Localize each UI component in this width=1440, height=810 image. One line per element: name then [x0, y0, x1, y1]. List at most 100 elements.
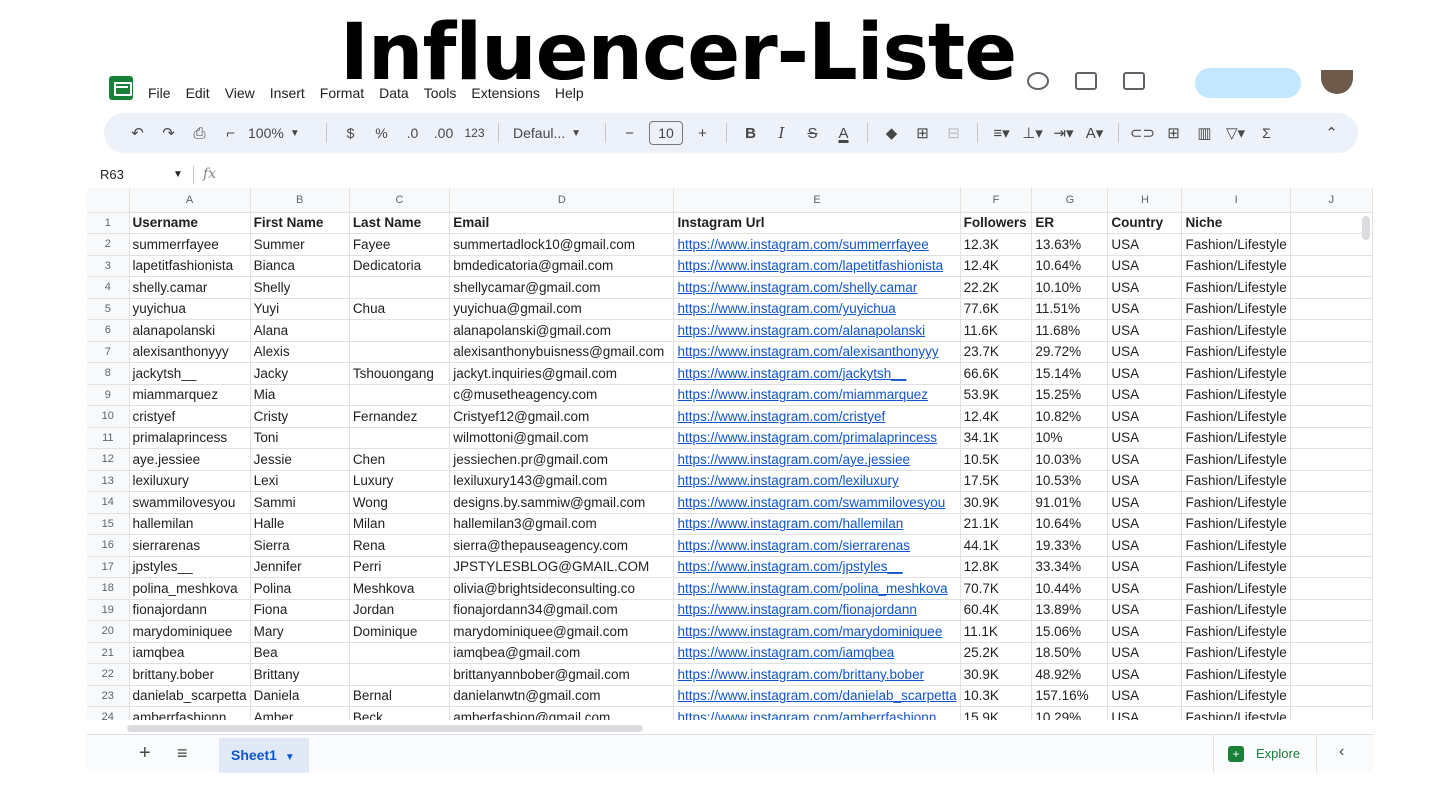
- strikethrough-button[interactable]: S: [797, 119, 828, 147]
- increase-decimal-button[interactable]: .00: [428, 119, 459, 147]
- cell-a2[interactable]: summerrfayee: [129, 233, 251, 256]
- cell-d15[interactable]: hallemilan3@gmail.com: [449, 513, 675, 535]
- cell-g21[interactable]: 18.50%: [1031, 642, 1109, 664]
- column-header-i[interactable]: I: [1181, 188, 1291, 213]
- more-formats-button[interactable]: 123: [459, 119, 490, 147]
- cell-g20[interactable]: 15.06%: [1031, 620, 1109, 643]
- horizontal-align-icon[interactable]: ≡▾: [986, 119, 1017, 147]
- cell-f10[interactable]: 12.4K: [960, 405, 1033, 428]
- increase-font-size-icon[interactable]: +: [687, 119, 718, 147]
- insert-link-icon[interactable]: ⊂⊃: [1127, 119, 1158, 147]
- cell-f9[interactable]: 53.9K: [960, 384, 1033, 406]
- fill-color-icon[interactable]: ◆: [876, 119, 907, 147]
- cell-e2[interactable]: https://www.instagram.com/summerrfayee: [673, 233, 961, 256]
- cell-d13[interactable]: lexiluxury143@gmail.com: [449, 470, 675, 492]
- row-header[interactable]: 19: [87, 599, 130, 621]
- cell-d6[interactable]: alanapolanski@gmail.com: [449, 319, 675, 342]
- cell-f20[interactable]: 11.1K: [960, 620, 1033, 643]
- cell-g2[interactable]: 13.63%: [1031, 233, 1109, 256]
- side-panel-toggle-icon[interactable]: ‹: [1339, 743, 1344, 761]
- cell-i13[interactable]: Fashion/Lifestyle: [1181, 470, 1291, 492]
- cell-h22[interactable]: USA: [1107, 663, 1183, 686]
- row-header[interactable]: 12: [87, 448, 130, 471]
- explore-button[interactable]: + Explore: [1213, 735, 1317, 773]
- insert-chart-icon[interactable]: ▥: [1189, 119, 1220, 147]
- cell-f11[interactable]: 34.1K: [960, 427, 1033, 449]
- cell-h3[interactable]: USA: [1107, 255, 1183, 277]
- borders-icon[interactable]: ⊞: [907, 119, 938, 147]
- cell-e13[interactable]: https://www.instagram.com/lexiluxury: [673, 470, 961, 492]
- cell-j23[interactable]: [1290, 685, 1373, 707]
- cell-c4[interactable]: [349, 276, 451, 299]
- cell-d24[interactable]: amberfashion@gmail.com: [449, 706, 675, 720]
- row-header[interactable]: 13: [87, 470, 130, 492]
- row-header[interactable]: 22: [87, 663, 130, 686]
- cell-a10[interactable]: cristyef: [129, 405, 251, 428]
- cell-g7[interactable]: 29.72%: [1031, 341, 1109, 363]
- cell-h15[interactable]: USA: [1107, 513, 1183, 535]
- column-header-e[interactable]: E: [673, 188, 961, 213]
- cell-e4[interactable]: https://www.instagram.com/shelly.camar: [673, 276, 961, 299]
- column-header-d[interactable]: D: [449, 188, 675, 213]
- cell-e11[interactable]: https://www.instagram.com/primalaprinces…: [673, 427, 961, 449]
- cell-d20[interactable]: marydominiquee@gmail.com: [449, 620, 675, 643]
- cell-b5[interactable]: Yuyi: [250, 298, 350, 320]
- cell-i11[interactable]: Fashion/Lifestyle: [1181, 427, 1291, 449]
- cell-e12[interactable]: https://www.instagram.com/aye.jessiee: [673, 448, 961, 471]
- cell-d8[interactable]: jackyt.inquiries@gmail.com: [449, 362, 675, 385]
- cell-c14[interactable]: Wong: [349, 491, 451, 514]
- cell-d4[interactable]: shellycamar@gmail.com: [449, 276, 675, 299]
- row-header[interactable]: 16: [87, 534, 130, 557]
- horizontal-scrollbar[interactable]: [127, 725, 643, 732]
- cell-f7[interactable]: 23.7K: [960, 341, 1033, 363]
- row-header[interactable]: 5: [87, 298, 130, 320]
- row-header[interactable]: 3: [87, 255, 130, 277]
- column-header-b[interactable]: B: [250, 188, 350, 213]
- cell-c23[interactable]: Bernal: [349, 685, 451, 707]
- cell-i20[interactable]: Fashion/Lifestyle: [1181, 620, 1291, 643]
- cell-i24[interactable]: Fashion/Lifestyle: [1181, 706, 1291, 720]
- cell-j5[interactable]: [1290, 298, 1373, 320]
- all-sheets-icon[interactable]: ≡: [177, 743, 188, 764]
- cell-e8[interactable]: https://www.instagram.com/jackytsh__: [673, 362, 961, 385]
- cell-c7[interactable]: [349, 341, 451, 363]
- cell-h16[interactable]: USA: [1107, 534, 1183, 557]
- cell-c9[interactable]: [349, 384, 451, 406]
- cell-e3[interactable]: https://www.instagram.com/lapetitfashion…: [673, 255, 961, 277]
- currency-format-button[interactable]: $: [335, 119, 366, 147]
- cell-c1[interactable]: Last Name: [349, 212, 451, 234]
- row-header[interactable]: 17: [87, 556, 130, 578]
- cell-g24[interactable]: 10.29%: [1031, 706, 1109, 720]
- cell-h12[interactable]: USA: [1107, 448, 1183, 471]
- cell-a8[interactable]: jackytsh__: [129, 362, 251, 385]
- cell-d2[interactable]: summertadlock10@gmail.com: [449, 233, 675, 256]
- cell-e1[interactable]: Instagram Url: [673, 212, 961, 234]
- select-all-corner[interactable]: [87, 188, 130, 213]
- cell-b6[interactable]: Alana: [250, 319, 350, 342]
- cell-d23[interactable]: danielanwtn@gmail.com: [449, 685, 675, 707]
- row-header[interactable]: 15: [87, 513, 130, 535]
- cell-j10[interactable]: [1290, 405, 1373, 428]
- row-header[interactable]: 14: [87, 491, 130, 514]
- cell-h8[interactable]: USA: [1107, 362, 1183, 385]
- cell-j8[interactable]: [1290, 362, 1373, 385]
- font-size-input[interactable]: 10: [649, 121, 683, 145]
- cell-b1[interactable]: First Name: [250, 212, 350, 234]
- cell-a5[interactable]: yuyichua: [129, 298, 251, 320]
- text-wrap-icon[interactable]: ⇥▾: [1048, 119, 1079, 147]
- cell-f19[interactable]: 60.4K: [960, 599, 1033, 621]
- cell-j14[interactable]: [1290, 491, 1373, 514]
- cell-j15[interactable]: [1290, 513, 1373, 535]
- cell-g3[interactable]: 10.64%: [1031, 255, 1109, 277]
- cell-j24[interactable]: [1290, 706, 1373, 720]
- cell-b8[interactable]: Jacky: [250, 362, 350, 385]
- cell-c13[interactable]: Luxury: [349, 470, 451, 492]
- column-header-g[interactable]: G: [1031, 188, 1109, 213]
- cell-e5[interactable]: https://www.instagram.com/yuyichua: [673, 298, 961, 320]
- row-header[interactable]: 10: [87, 405, 130, 428]
- vertical-scrollbar[interactable]: [1362, 216, 1370, 240]
- cell-d7[interactable]: alexisanthonybuisness@gmail.com: [449, 341, 675, 363]
- cell-e16[interactable]: https://www.instagram.com/sierrarenas: [673, 534, 961, 557]
- cell-e17[interactable]: https://www.instagram.com/jpstyles__: [673, 556, 961, 578]
- cell-i3[interactable]: Fashion/Lifestyle: [1181, 255, 1291, 277]
